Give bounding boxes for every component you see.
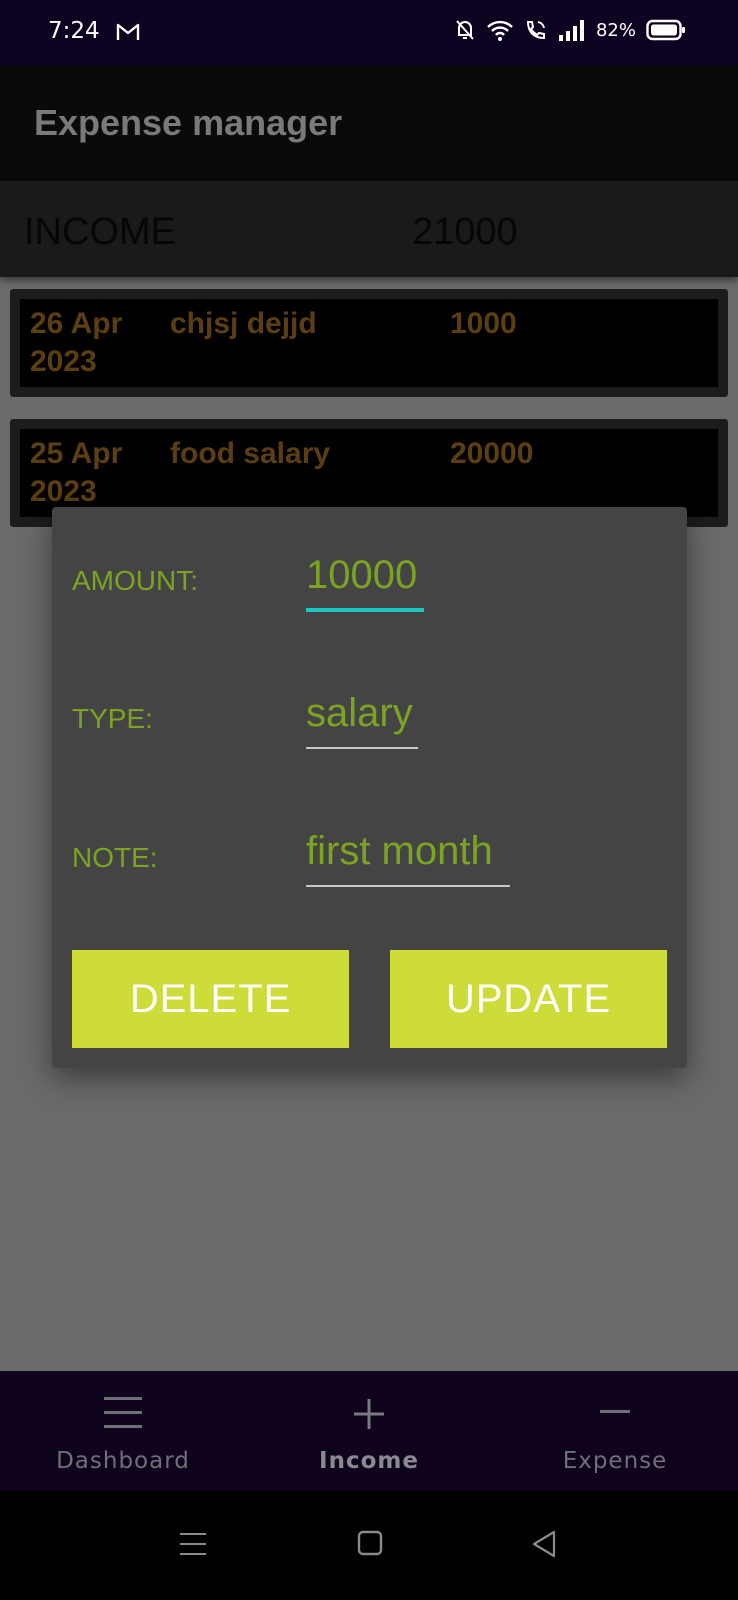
- update-button[interactable]: UPDATE: [390, 950, 667, 1048]
- transaction-date: 26 Apr 2023: [30, 307, 123, 378]
- nav-dashboard-label: Dashboard: [56, 1448, 190, 1474]
- type-field[interactable]: salary: [306, 691, 413, 746]
- transaction-note: food salary: [170, 437, 331, 470]
- nav-expense-label: Expense: [562, 1448, 668, 1474]
- summary-label: INCOME: [24, 211, 176, 253]
- note-label: NOTE:: [72, 842, 158, 873]
- summary-total: 21000: [412, 211, 518, 253]
- note-field[interactable]: first month: [306, 829, 493, 884]
- status-icons: 82%: [454, 18, 686, 42]
- home-icon[interactable]: [356, 1529, 384, 1557]
- status-time: 7:24: [48, 18, 100, 44]
- type-label: TYPE:: [72, 703, 153, 734]
- transaction-row: 26 Apr 2023 chjsj dejjd 1000: [20, 299, 718, 387]
- mute-bell-icon: [456, 20, 474, 40]
- battery-icon: [646, 19, 685, 41]
- app-title: Expense manager: [34, 102, 343, 143]
- transaction-amount: 1000: [450, 307, 517, 340]
- app-bar: Expense manager: [0, 66, 738, 181]
- income-summary-card: INCOME 21000: [0, 181, 738, 277]
- recents-icon[interactable]: [178, 1529, 208, 1559]
- wifi-icon: [487, 20, 513, 41]
- transaction-row: 25 Apr 2023 food salary 20000: [20, 429, 718, 517]
- bottom-navigation: Dashboard Income Expense: [0, 1371, 738, 1491]
- system-navigation-bar: [0, 1491, 738, 1600]
- transaction-note: chjsj dejjd: [170, 307, 317, 340]
- nav-income-label: Income: [319, 1448, 419, 1474]
- wifi-call-icon: [526, 21, 545, 40]
- type-field-underline: [306, 747, 418, 749]
- gmail-icon: [116, 23, 140, 40]
- transaction-amount: 20000: [450, 437, 534, 470]
- amount-field[interactable]: 10000: [306, 553, 417, 608]
- transaction-card[interactable]: 26 Apr 2023 chjsj dejjd 1000: [10, 289, 728, 397]
- edit-transaction-dialog: AMOUNT: 10000 TYPE: salary NOTE: first m…: [52, 507, 687, 1068]
- nav-dashboard[interactable]: Dashboard: [0, 1371, 246, 1491]
- nav-expense[interactable]: Expense: [492, 1371, 738, 1491]
- nav-income[interactable]: Income: [246, 1371, 492, 1491]
- back-icon[interactable]: [530, 1529, 558, 1559]
- status-bar: 7:24 82%: [0, 0, 738, 66]
- minus-icon: [600, 1410, 630, 1413]
- delete-button[interactable]: DELETE: [72, 950, 349, 1048]
- menu-icon: [104, 1397, 142, 1428]
- note-field-underline: [306, 885, 510, 887]
- signal-icon: [558, 20, 584, 41]
- transaction-date: 25 Apr 2023: [30, 437, 123, 508]
- amount-label: AMOUNT:: [72, 565, 198, 596]
- battery-percent: 82%: [595, 19, 636, 41]
- amount-field-underline: [306, 608, 424, 612]
- plus-icon: [354, 1399, 384, 1429]
